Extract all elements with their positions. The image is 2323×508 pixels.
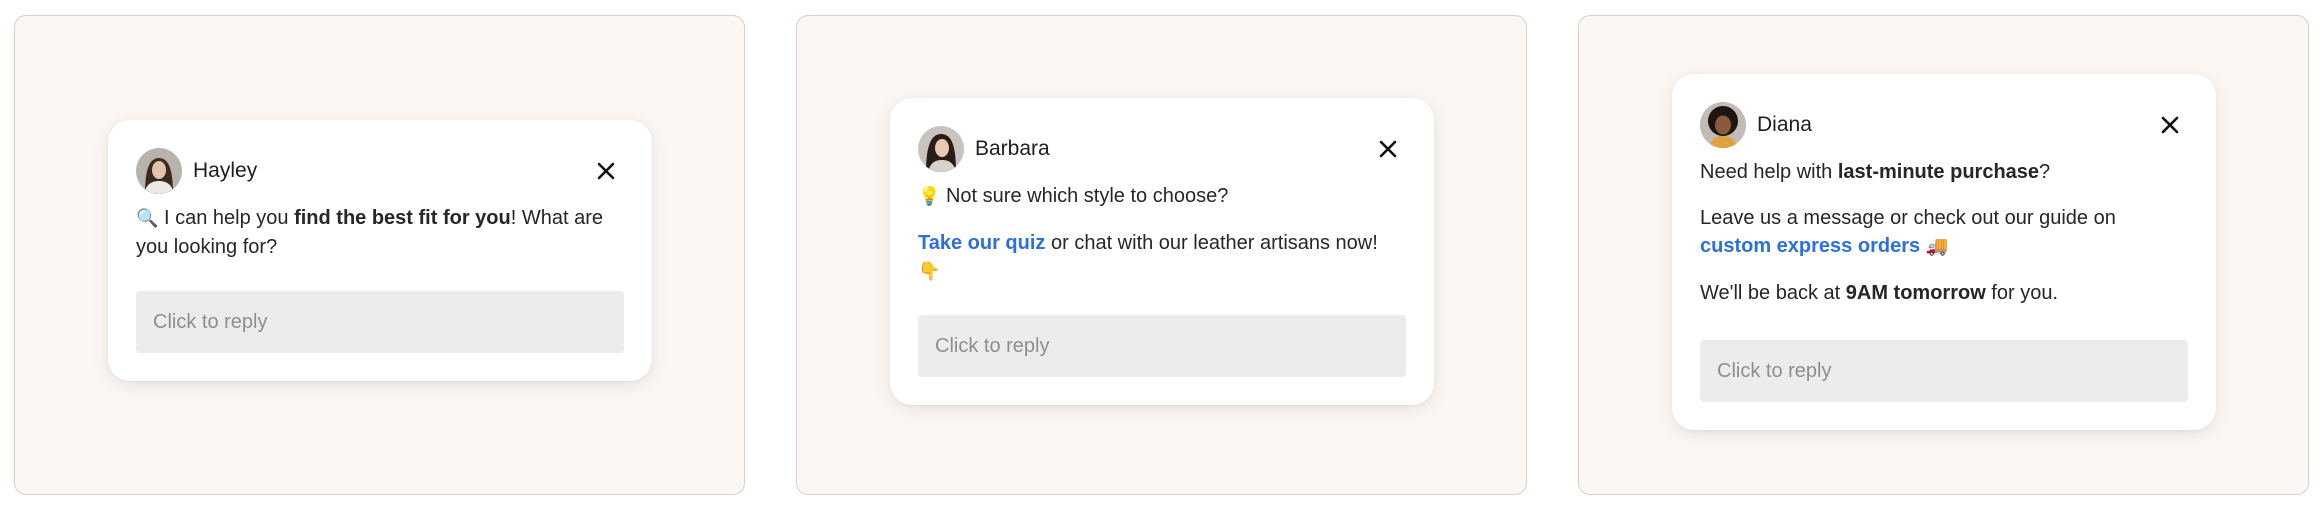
chat-header: Hayley [136,148,624,194]
chat-message: Need help with last-minute purchase? [1700,158,2188,186]
message-bold: last-minute purchase [1837,161,2040,183]
close-icon [597,162,615,180]
agent-name: Hayley [193,159,258,182]
chat-popup: Diana Need help with last-minute purchas… [1672,74,2216,430]
avatar [136,148,182,194]
lightbulb-emoji: 💡 [918,186,941,207]
reply-input[interactable]: Click to reply [136,291,624,353]
chat-header: Barbara [918,126,1406,172]
chat-message: Take our quiz or chat with our leather a… [918,229,1406,286]
pointing-down-emoji: 👇 [918,261,941,282]
chat-header: Diana [1700,102,2188,148]
quiz-link[interactable]: Take our quiz [918,232,1045,254]
chat-message: 🔍 I can help you find the best fit for y… [136,204,624,261]
chat-popup: Barbara 💡 Not sure which style to choose… [890,98,1434,405]
preview-panel-3: Diana Need help with last-minute purchas… [1578,15,2309,495]
magnifier-emoji: 🔍 [136,208,159,229]
avatar [918,126,964,172]
chat-message: We'll be back at 9AM tomorrow for you. [1700,279,2188,307]
close-button[interactable] [2156,111,2184,139]
message-text: for you. [1985,282,2059,304]
message-bold: find the best fit for you [294,207,511,229]
message-text: Need help with [1700,161,1838,183]
truck-emoji: 🚚 [1925,236,1949,257]
express-orders-link[interactable]: custom express orders [1700,235,1920,257]
message-bold: 9AM tomorrow [1845,282,1986,304]
close-button[interactable] [1374,135,1402,163]
message-text: We'll be back at [1700,282,1846,304]
avatar [1700,102,1746,148]
message-text: Not sure which style to choose? [940,185,1229,207]
agent-name: Diana [1757,113,1812,136]
preview-panel-2: Barbara 💡 Not sure which style to choose… [796,15,1527,495]
message-text: Leave us a message or check out our guid… [1700,207,2116,229]
preview-panel-1: Hayley 🔍 I can help you find the best fi… [14,15,745,495]
reply-input[interactable]: Click to reply [918,315,1406,377]
message-text: or chat with our leather artisans now! [1045,232,1378,254]
message-text: I can help you [158,207,295,229]
agent-name: Barbara [975,137,1050,160]
close-button[interactable] [592,157,620,185]
close-icon [1379,140,1397,158]
chat-message: 💡 Not sure which style to choose? [918,182,1406,211]
message-text: ? [2039,161,2051,183]
chat-message: Leave us a message or check out our guid… [1700,204,2188,261]
reply-input[interactable]: Click to reply [1700,340,2188,402]
close-icon [2161,116,2179,134]
chat-popup: Hayley 🔍 I can help you find the best fi… [108,120,652,381]
